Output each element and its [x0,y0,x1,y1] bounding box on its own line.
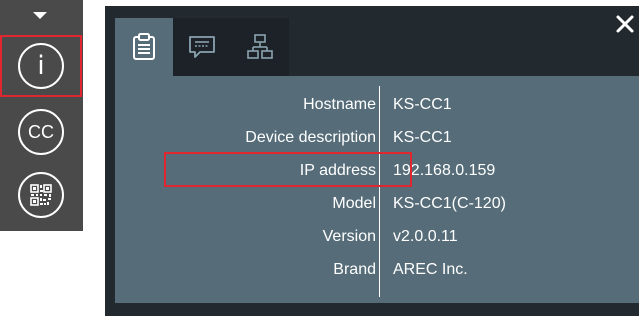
qr-code-icon [30,184,52,206]
network-icon [247,34,273,59]
info-row-device-description: Device description KS-CC1 [115,121,639,154]
info-value: KS-CC1 [393,129,452,146]
info-row-model: Model KS-CC1(C-120) [115,187,639,220]
ip-address-highlight [164,152,412,187]
info-label: Brand [333,261,376,278]
info-row-brand: Brand AREC Inc. [115,253,639,286]
clipboard-icon [133,33,155,60]
panel-tabs [115,18,289,76]
info-value: KS-CC1(C-120) [393,195,506,212]
info-table: Hostname KS-CC1 Device description KS-CC… [115,76,639,303]
info-value: AREC Inc. [393,261,468,278]
message-icon [189,36,215,58]
info-row-version: Version v2.0.0.11 [115,220,639,253]
info-button-highlight [0,35,82,97]
info-label: Model [332,195,376,212]
info-row-hostname: Hostname KS-CC1 [115,88,639,121]
info-label: Hostname [303,96,376,113]
info-value: v2.0.0.11 [393,228,458,245]
tab-network[interactable] [231,18,289,76]
tab-device-info[interactable] [115,18,173,76]
collapse-arrow-icon[interactable] [33,12,47,19]
cc-icon: CC [28,121,54,142]
info-label: Device description [245,129,376,146]
info-label: Version [322,228,376,245]
close-icon[interactable] [613,12,637,36]
info-value: KS-CC1 [393,96,452,113]
qr-code-button[interactable] [18,172,64,218]
closed-caption-button[interactable]: CC [18,109,64,155]
tab-messages[interactable] [173,18,231,76]
